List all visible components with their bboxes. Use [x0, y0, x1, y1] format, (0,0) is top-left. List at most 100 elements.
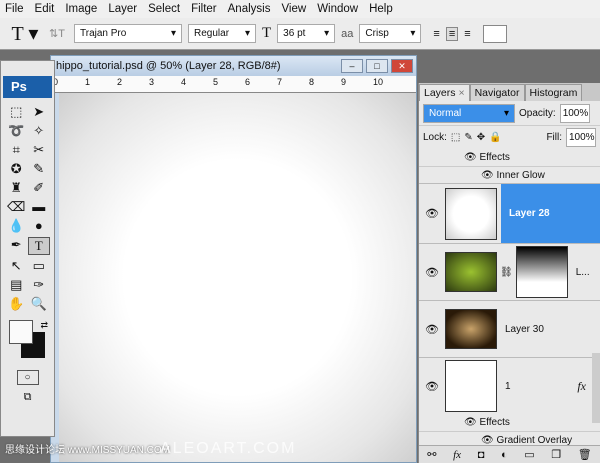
document-window: hippo_tutorial.psd @ 50% (Layer 28, RGB/… — [50, 55, 417, 463]
maximize-button[interactable]: □ — [366, 59, 388, 73]
opacity-field[interactable]: 100% — [559, 103, 590, 123]
align-center-icon[interactable]: ≡ — [445, 26, 459, 41]
menu-analysis[interactable]: Analysis — [228, 3, 271, 15]
layer-thumbnail — [445, 252, 497, 292]
effect-inner-glow[interactable]: 👁 Inner Glow — [419, 166, 600, 183]
adjustment-layer-icon[interactable]: ◐ — [501, 449, 508, 461]
effects-row[interactable]: 👁 Effects — [419, 414, 600, 431]
layer-row[interactable]: 👁 Layer 28 — [419, 183, 600, 243]
lock-position-icon[interactable]: ✥ — [477, 132, 485, 143]
font-size-select[interactable]: 36 pt ▾ — [277, 24, 336, 43]
eye-icon[interactable]: 👁 — [464, 417, 477, 428]
lasso-tool-icon[interactable]: ➰ — [5, 123, 28, 139]
align-left-icon[interactable]: ≡ — [433, 28, 439, 40]
eye-icon[interactable]: 👁 — [464, 152, 477, 163]
gradient-tool-icon[interactable]: ▬ — [28, 199, 51, 215]
menu-view[interactable]: View — [281, 3, 306, 15]
rectangle-tool-icon[interactable]: ▭ — [28, 258, 51, 274]
menu-filter[interactable]: Filter — [191, 3, 217, 15]
type-tool-icon[interactable]: T — [27, 237, 50, 255]
eye-icon[interactable]: 👁 — [419, 323, 445, 336]
antialias-select[interactable]: Crisp ▾ — [359, 24, 422, 43]
lock-all-icon[interactable]: 🔒 — [489, 132, 501, 143]
foreground-color[interactable] — [9, 320, 33, 344]
fill-field[interactable]: 100% — [566, 128, 596, 147]
slice-tool-icon[interactable]: ✂ — [28, 142, 51, 158]
layer-name: Layer 28 — [509, 208, 550, 219]
swap-colors-icon[interactable]: ⇄ — [40, 320, 48, 331]
layer-row[interactable]: 👁 1 fx — [419, 357, 600, 414]
add-mask-icon[interactable]: ◘ — [478, 449, 485, 461]
ruler-tick: 4 — [181, 77, 187, 87]
eye-icon[interactable]: 👁 — [419, 207, 445, 220]
effects-row[interactable]: 👁 Effects — [419, 149, 600, 166]
screen-mode-icon[interactable]: ⧉ — [17, 391, 39, 406]
pen-tool-icon[interactable]: ✒ — [5, 237, 28, 255]
menu-bar: File Edit Image Layer Select Filter Anal… — [0, 0, 600, 18]
tab-layers[interactable]: Layers × — [419, 84, 470, 101]
color-swatches[interactable]: ⇄ — [7, 320, 48, 364]
eye-icon[interactable]: 👁 — [419, 380, 445, 393]
layer-effects-icon[interactable]: fx — [577, 379, 586, 394]
opacity-label: Opacity: — [519, 107, 556, 119]
eye-icon[interactable]: 👁 — [481, 170, 494, 181]
eye-icon[interactable]: 👁 — [419, 266, 445, 279]
lock-transparency-icon[interactable]: ⬚ — [451, 132, 460, 143]
link-layers-icon[interactable]: ⚯ — [427, 448, 436, 461]
menu-image[interactable]: Image — [65, 3, 97, 15]
brush-tool-icon[interactable]: ✎ — [28, 161, 51, 177]
clone-stamp-tool-icon[interactable]: ♜ — [5, 180, 28, 196]
new-group-icon[interactable]: ▭ — [524, 448, 534, 461]
tab-navigator[interactable]: Navigator — [469, 84, 525, 101]
add-style-icon[interactable]: fx — [453, 449, 461, 461]
path-selection-tool-icon[interactable]: ↖ — [5, 258, 28, 274]
document-title-bar[interactable]: hippo_tutorial.psd @ 50% (Layer 28, RGB/… — [51, 56, 416, 76]
quick-mask-icon[interactable]: ○ — [16, 370, 39, 385]
history-brush-tool-icon[interactable]: ✐ — [28, 180, 51, 196]
layer-row[interactable]: 👁 Layer 30 — [419, 300, 600, 357]
menu-help[interactable]: Help — [369, 3, 393, 15]
layer-thumbnail — [445, 187, 497, 240]
crop-tool-icon[interactable]: ⌗ — [5, 142, 28, 158]
marquee-tool-icon[interactable]: ⬚ — [5, 104, 28, 120]
blend-mode-select[interactable]: Normal ▾ — [423, 103, 515, 123]
blur-tool-icon[interactable]: 💧 — [5, 218, 28, 234]
layer-thumbnail — [445, 309, 497, 349]
menu-file[interactable]: File — [5, 3, 24, 15]
menu-window[interactable]: Window — [317, 3, 358, 15]
text-color-swatch[interactable] — [482, 24, 507, 43]
fill-label: Fill: — [546, 132, 562, 143]
new-layer-icon[interactable]: ❐ — [551, 448, 561, 461]
healing-brush-tool-icon[interactable]: ✪ — [5, 161, 28, 177]
link-icon[interactable]: ⛓ — [500, 267, 513, 278]
layer-row[interactable]: 👁 ⛓ L... — [419, 243, 600, 300]
magic-wand-tool-icon[interactable]: ✧ — [28, 123, 51, 139]
tab-histogram[interactable]: Histogram — [524, 84, 583, 101]
notes-tool-icon[interactable]: ▤ — [5, 277, 28, 293]
move-tool-icon[interactable]: ➤ — [28, 104, 51, 120]
menu-select[interactable]: Select — [148, 3, 180, 15]
trash-icon[interactable]: 🗑 — [578, 448, 592, 461]
font-family-select[interactable]: Trajan Pro ▾ — [74, 24, 182, 43]
eyedropper-tool-icon[interactable]: ✑ — [28, 277, 51, 293]
dodge-tool-icon[interactable]: ● — [28, 218, 51, 234]
close-tab-icon[interactable]: × — [458, 87, 464, 99]
ruler-tick: 10 — [373, 77, 384, 87]
watermark-brand: ALEOART.COM — [160, 440, 297, 457]
hand-tool-icon[interactable]: ✋ — [5, 296, 28, 312]
menu-layer[interactable]: Layer — [108, 3, 137, 15]
eye-icon[interactable]: 👁 — [481, 435, 494, 446]
close-button[interactable]: ✕ — [391, 59, 413, 73]
scrollbar[interactable] — [592, 353, 600, 423]
lock-pixels-icon[interactable]: ✎ — [464, 132, 472, 143]
minimize-button[interactable]: – — [341, 59, 363, 73]
layers-panel: Layers × Navigator Histogram Normal ▾ Opa… — [418, 83, 600, 463]
canvas[interactable] — [59, 93, 416, 462]
text-orientation-icon[interactable]: ⇅T — [46, 27, 68, 40]
type-tool-preset-icon[interactable]: T ▾ — [10, 21, 40, 46]
eraser-tool-icon[interactable]: ⌫ — [5, 199, 28, 215]
menu-edit[interactable]: Edit — [35, 3, 55, 15]
align-right-icon[interactable]: ≡ — [464, 28, 470, 40]
zoom-tool-icon[interactable]: 🔍 — [28, 296, 51, 312]
font-style-select[interactable]: Regular ▾ — [188, 24, 256, 43]
